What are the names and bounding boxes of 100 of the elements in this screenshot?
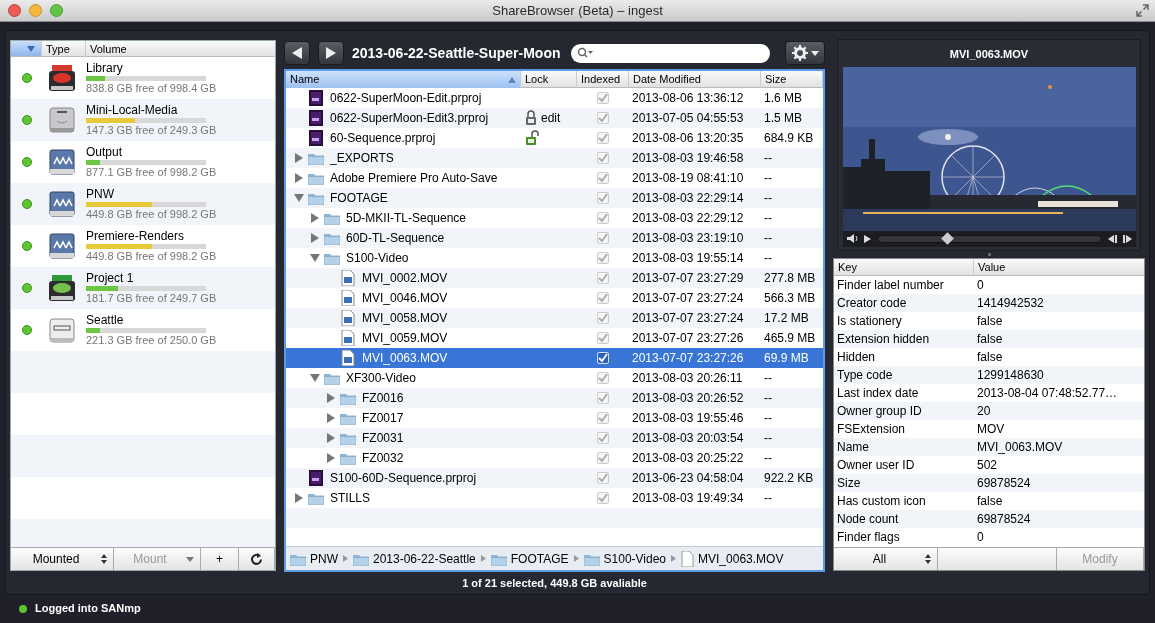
volume-name: Mini-Local-Media bbox=[86, 103, 179, 117]
path-item[interactable]: 2013-06-22-Seattle bbox=[373, 549, 476, 568]
checkbox[interactable] bbox=[597, 312, 609, 324]
file-row[interactable]: MVI_0063.MOV 2013-07-07 23:27:26 69.9 MB bbox=[286, 348, 823, 368]
disclosure-triangle-icon[interactable] bbox=[326, 413, 336, 423]
checkbox[interactable] bbox=[597, 112, 609, 124]
disclosure-triangle-icon[interactable] bbox=[326, 393, 336, 403]
property-key: Owner group ID bbox=[837, 404, 922, 418]
checkbox[interactable] bbox=[597, 212, 609, 224]
file-name: STILLS bbox=[330, 490, 371, 507]
volume-name: Library bbox=[86, 61, 124, 75]
project-file-icon bbox=[308, 130, 324, 146]
checkbox[interactable] bbox=[597, 272, 609, 284]
checkbox[interactable] bbox=[597, 472, 609, 484]
caret-icon bbox=[186, 556, 194, 562]
file-row[interactable]: FZ0031 2013-08-03 20:03:54 -- bbox=[286, 428, 823, 448]
file-row[interactable]: MVI_0002.MOV 2013-07-07 23:27:29 277.8 MB bbox=[286, 268, 823, 288]
file-row[interactable]: FZ0016 2013-08-03 20:26:52 -- bbox=[286, 388, 823, 408]
property-key: Size bbox=[837, 476, 861, 490]
file-row[interactable]: 60D-TL-Sequence 2013-08-03 23:19:10 -- bbox=[286, 228, 823, 248]
folder-icon bbox=[340, 391, 356, 405]
disclosure-triangle-icon[interactable] bbox=[326, 433, 336, 443]
disclosure-triangle-icon[interactable] bbox=[310, 373, 320, 383]
file-name: FZ0031 bbox=[362, 430, 404, 447]
checkbox[interactable] bbox=[597, 252, 609, 264]
disclosure-triangle-icon[interactable] bbox=[326, 453, 336, 463]
network-drive-icon bbox=[47, 148, 77, 176]
splitter-handle[interactable] bbox=[987, 253, 991, 256]
column-header[interactable]: Name bbox=[286, 71, 521, 88]
property-value: false bbox=[977, 332, 1003, 346]
property-value: false bbox=[977, 494, 1003, 508]
checkbox[interactable] bbox=[597, 192, 609, 204]
path-item[interactable]: S100-Video bbox=[603, 549, 667, 568]
step-back-icon[interactable] bbox=[1107, 234, 1117, 243]
san-drive-icon bbox=[47, 274, 77, 302]
checkbox[interactable] bbox=[597, 172, 609, 184]
scrubber-thumb[interactable] bbox=[940, 231, 954, 245]
disclosure-triangle-icon[interactable] bbox=[294, 153, 304, 163]
button[interactable]: + bbox=[201, 548, 239, 570]
sort-descending-icon bbox=[27, 45, 35, 52]
file-row[interactable]: 0622-SuperMoon-Edit3.prproj edit 2013-07-05 04:55:53 1.5 MB bbox=[286, 108, 823, 128]
file-name: 5D-MKII-TL-Sequence bbox=[346, 210, 467, 227]
disclosure-triangle-icon[interactable] bbox=[310, 253, 320, 263]
search-field[interactable] bbox=[570, 43, 770, 63]
checkbox[interactable] bbox=[597, 392, 609, 404]
file-name: MVI_0002.MOV bbox=[362, 270, 448, 287]
disclosure-triangle-icon[interactable] bbox=[294, 193, 304, 203]
size-text: -- bbox=[764, 251, 772, 265]
settings-button[interactable] bbox=[785, 41, 825, 65]
file-row[interactable]: _EXPORTS 2013-08-03 19:46:58 -- bbox=[286, 148, 823, 168]
popup-button[interactable]: All bbox=[834, 548, 938, 570]
minimize-button[interactable] bbox=[29, 4, 42, 17]
popup-button[interactable]: Mounted bbox=[11, 548, 114, 570]
checkbox[interactable] bbox=[597, 332, 609, 344]
hard-drive-icon bbox=[47, 106, 77, 134]
checkbox[interactable] bbox=[597, 152, 609, 164]
san-drive-icon bbox=[47, 64, 77, 92]
disclosure-triangle-icon[interactable] bbox=[310, 233, 320, 243]
folder-icon bbox=[308, 171, 324, 185]
column-header[interactable]: Value bbox=[974, 259, 1144, 276]
property-key: Has custom icon bbox=[837, 494, 926, 508]
path-item[interactable]: MVI_0063.MOV bbox=[698, 549, 784, 568]
free-space-text: 449.8 GB free of 998.2 GB bbox=[86, 250, 217, 263]
checkbox[interactable] bbox=[597, 412, 609, 424]
play-icon[interactable] bbox=[863, 234, 871, 243]
checkbox[interactable] bbox=[597, 452, 609, 464]
fullscreen-icon[interactable] bbox=[1136, 4, 1149, 17]
step-forward-icon[interactable] bbox=[1122, 234, 1132, 243]
close-button[interactable] bbox=[8, 4, 21, 17]
file-name: 0622-SuperMoon-Edit3.prproj bbox=[330, 110, 489, 127]
scrubber-track[interactable] bbox=[876, 234, 1102, 243]
chevron-icon bbox=[671, 555, 677, 562]
chevron-icon bbox=[573, 555, 579, 562]
path-item[interactable]: FOOTAGE bbox=[510, 549, 569, 568]
free-space-text: 181.7 GB free of 249.7 GB bbox=[86, 292, 217, 305]
file-row[interactable]: MVI_0058.MOV 2013-07-07 23:27:24 17.2 MB bbox=[286, 308, 823, 328]
date-text: 2013-08-06 13:36:12 bbox=[632, 91, 744, 105]
checkbox[interactable] bbox=[597, 92, 609, 104]
checkbox[interactable] bbox=[597, 372, 609, 384]
checkbox[interactable] bbox=[597, 132, 609, 144]
date-text: 2013-08-06 13:20:35 bbox=[632, 131, 744, 145]
file-row[interactable]: S100-60D-Sequence.prproj 2013-06-23 04:58:04 922.2 KB bbox=[286, 468, 823, 488]
file-row[interactable]: FOOTAGE 2013-08-03 22:29:14 -- bbox=[286, 188, 823, 208]
volume-icon[interactable] bbox=[846, 234, 858, 243]
sort-header[interactable] bbox=[11, 41, 41, 56]
free-space-text: 838.8 GB free of 998.4 GB bbox=[86, 82, 217, 95]
disclosure-triangle-icon[interactable] bbox=[294, 493, 304, 503]
date-text: 2013-08-19 08:41:10 bbox=[632, 171, 744, 185]
property-value: 0 bbox=[977, 530, 984, 544]
checkbox[interactable] bbox=[597, 292, 609, 304]
checkbox[interactable] bbox=[597, 432, 609, 444]
zoom-button[interactable] bbox=[50, 4, 63, 17]
forward-button[interactable] bbox=[318, 41, 344, 65]
disclosure-triangle-icon[interactable] bbox=[294, 173, 304, 183]
checkbox[interactable] bbox=[597, 232, 609, 244]
back-button[interactable] bbox=[284, 41, 310, 65]
path-item[interactable]: PNW bbox=[310, 549, 338, 568]
disclosure-triangle-icon[interactable] bbox=[310, 213, 320, 223]
property-key: FSExtension bbox=[837, 422, 906, 436]
checkbox[interactable] bbox=[597, 492, 609, 504]
